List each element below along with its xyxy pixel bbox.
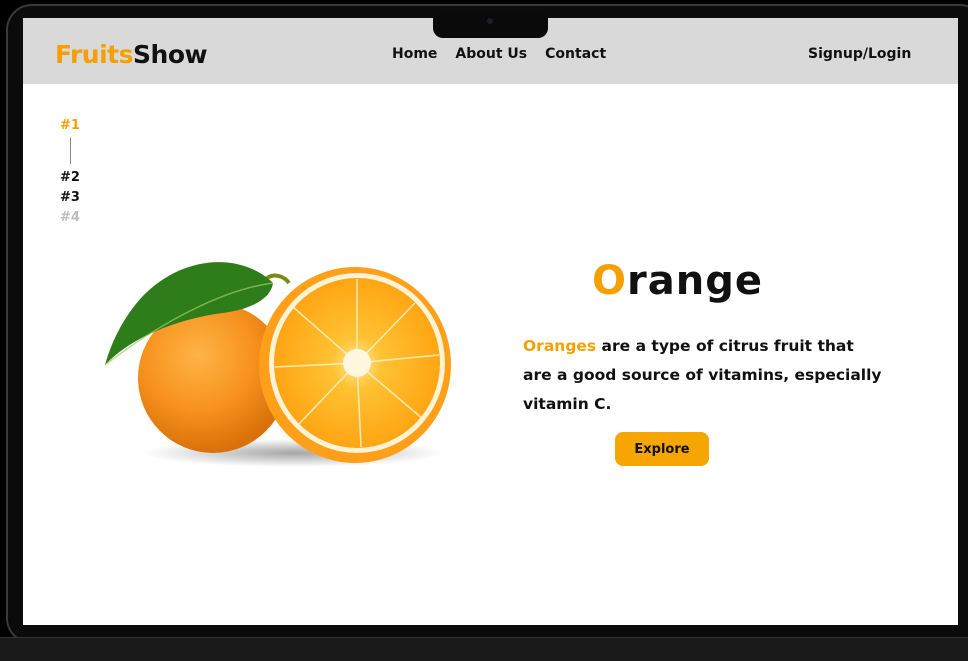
title-first-letter: O: [592, 258, 628, 304]
nav-contact-link[interactable]: Contact: [545, 46, 606, 62]
slide-4-indicator[interactable]: #4: [59, 208, 81, 228]
fruit-title: Orange: [592, 258, 763, 304]
title-rest: range: [627, 258, 763, 304]
fruit-description: Oranges are a type of citrus fruit that …: [523, 332, 883, 419]
slide-1-indicator[interactable]: #1: [59, 116, 81, 136]
signup-login-link[interactable]: Signup/Login: [808, 46, 911, 62]
nav-links: Home About Us Contact: [392, 46, 606, 62]
explore-button[interactable]: Explore: [615, 432, 709, 466]
logo-part-show: Show: [133, 40, 208, 69]
nav-about-link[interactable]: About Us: [455, 46, 527, 62]
slide-divider: [69, 138, 71, 164]
logo[interactable]: FruitsShow: [55, 40, 208, 69]
laptop-base: [0, 637, 968, 661]
camera-notch: [433, 14, 548, 38]
camera-icon: [487, 18, 493, 24]
slide-2-indicator[interactable]: #2: [59, 168, 81, 188]
slide-indicator: #1 #2 #3 #4: [59, 116, 81, 228]
slide-3-indicator[interactable]: #3: [59, 188, 81, 208]
browser-screen: FruitsShow Home About Us Contact Signup/…: [23, 18, 958, 625]
orange-fruit-image: [104, 262, 451, 467]
nav-home-link[interactable]: Home: [392, 46, 437, 62]
laptop-frame: FruitsShow Home About Us Contact Signup/…: [0, 0, 968, 661]
logo-part-fruits: Fruits: [55, 40, 134, 69]
description-highlight: Oranges: [523, 337, 597, 355]
